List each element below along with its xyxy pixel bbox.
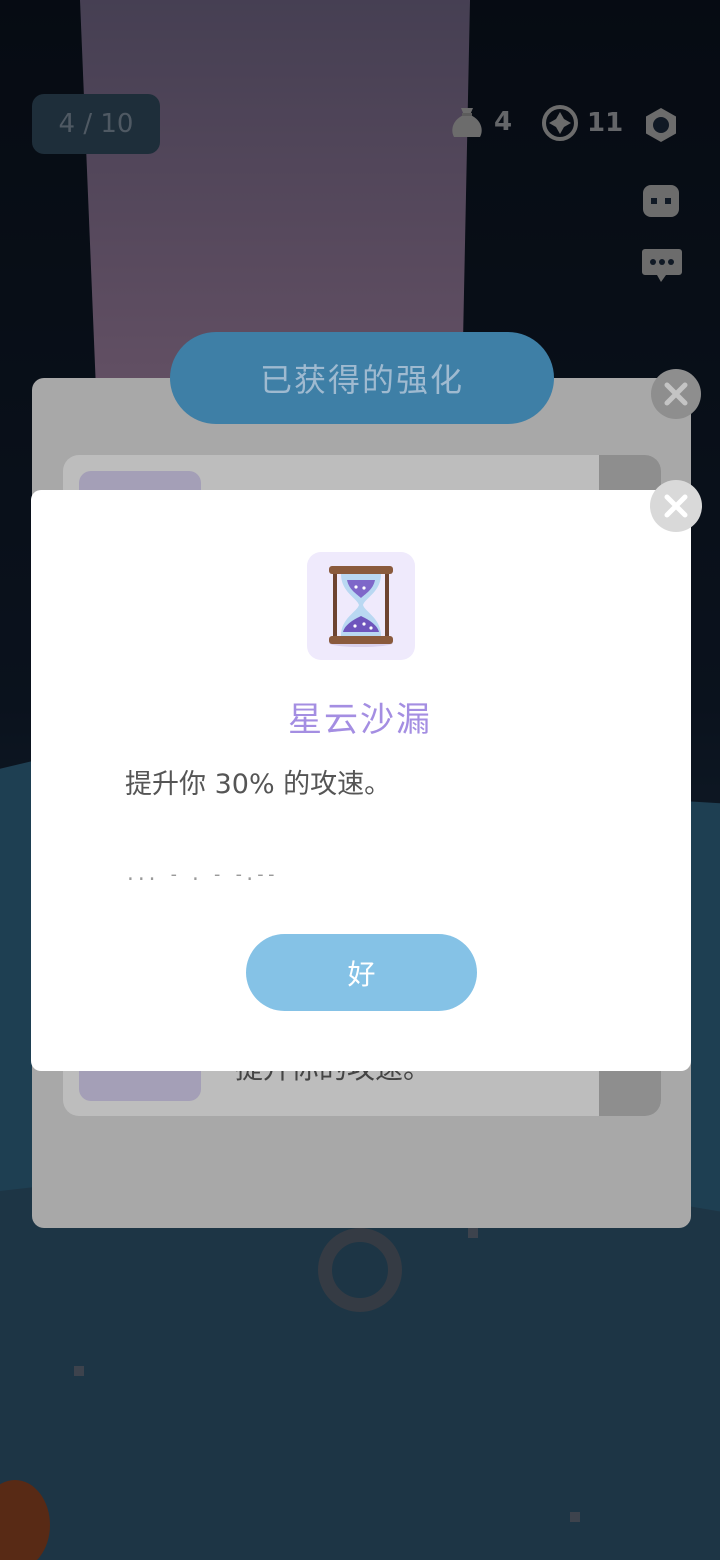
modal-close-button[interactable] xyxy=(650,480,702,532)
item-icon-frame xyxy=(307,552,415,660)
close-icon xyxy=(664,382,688,406)
close-icon xyxy=(664,494,688,518)
ok-button-label: 好 xyxy=(347,957,376,991)
panel-close-button[interactable] xyxy=(651,369,701,419)
item-description: 提升你 30% 的攻速。 xyxy=(125,769,392,800)
panel-title-bar: 已获得的强化 xyxy=(170,332,554,424)
hourglass-icon xyxy=(329,566,393,647)
item-name: 星云沙漏 xyxy=(288,700,432,740)
panel-title: 已获得的强化 xyxy=(259,361,464,399)
item-lore-text: ... - . - -.-- xyxy=(125,864,277,885)
ok-button[interactable]: 好 xyxy=(246,934,477,1011)
